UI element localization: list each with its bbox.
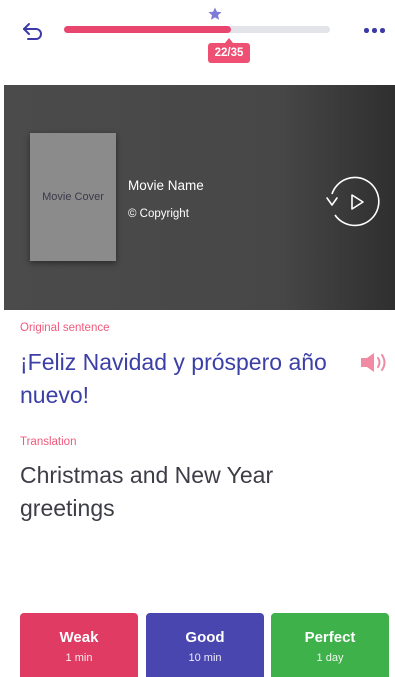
progress-bar — [64, 26, 330, 33]
rate-perfect-interval: 1 day — [316, 652, 344, 664]
rate-good-interval: 10 min — [188, 652, 222, 664]
replay-clip-button[interactable] — [322, 175, 382, 229]
movie-name: Movie Name — [128, 178, 204, 193]
progress-count-badge: 22/35 — [208, 38, 250, 63]
rate-good-title: Good — [185, 629, 225, 646]
translation-label: Translation — [20, 436, 77, 448]
more-options-button[interactable] — [364, 26, 386, 34]
movie-copyright: © Copyright — [128, 208, 189, 220]
rate-weak-interval: 1 min — [65, 652, 93, 664]
rate-weak-button[interactable]: Weak 1 min — [20, 613, 138, 677]
movie-cover: Movie Cover — [30, 133, 116, 261]
more-dot-icon — [364, 28, 369, 33]
progress-fill — [64, 26, 232, 33]
movie-panel: Movie Cover Movie Name © Copyright — [4, 85, 395, 310]
original-sentence-label: Original sentence — [20, 322, 110, 334]
translation-text: Christmas and New Year greetings — [20, 462, 274, 521]
star-icon — [208, 7, 222, 20]
replay-icon — [326, 176, 380, 227]
back-button[interactable] — [20, 20, 46, 44]
more-dot-icon — [380, 28, 385, 33]
more-dot-icon — [372, 28, 377, 33]
original-sentence-text: ¡Feliz Navidad y próspero año nuevo! — [20, 349, 327, 408]
rate-good-button[interactable]: Good 10 min — [146, 613, 264, 677]
speaker-icon — [361, 353, 386, 372]
play-audio-button[interactable] — [359, 350, 391, 374]
rate-weak-title: Weak — [59, 629, 99, 646]
back-arrow-icon — [23, 23, 42, 40]
rate-perfect-title: Perfect — [304, 629, 356, 646]
rate-perfect-button[interactable]: Perfect 1 day — [271, 613, 389, 677]
